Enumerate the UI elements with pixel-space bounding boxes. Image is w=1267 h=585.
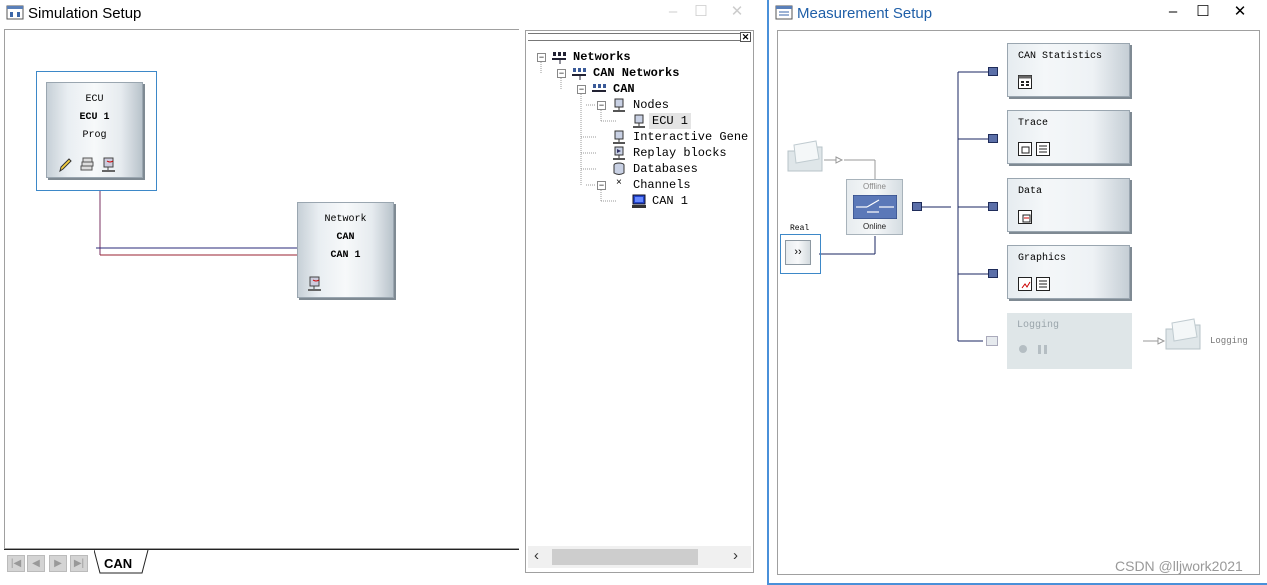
- ecu-status-label: Prog: [82, 130, 107, 141]
- graphics-port: [988, 269, 998, 278]
- data-label: Data: [1018, 186, 1043, 197]
- measurement-minimize-button[interactable]: –: [1161, 3, 1185, 21]
- tree-item-nodes[interactable]: Nodes: [633, 97, 669, 113]
- tree-item-networks[interactable]: Networks: [573, 49, 631, 65]
- real-source-button[interactable]: ››: [785, 240, 811, 265]
- tab-can-label: CAN: [104, 556, 133, 571]
- minimize-button[interactable]: –: [661, 3, 685, 21]
- tree-item-ecu1[interactable]: ECU 1: [649, 113, 692, 129]
- channels-collapse-toggle[interactable]: −: [597, 181, 606, 190]
- scroll-left-arrow[interactable]: ‹: [534, 547, 539, 564]
- maximize-button[interactable]: ☐: [689, 3, 713, 21]
- network-node[interactable]: Network CAN CAN 1: [297, 202, 394, 298]
- graphics-list-icon[interactable]: [1036, 277, 1050, 291]
- can-channel-icon: [632, 194, 646, 208]
- tree-item-channels[interactable]: Channels: [633, 177, 691, 193]
- scroll-thumb[interactable]: [552, 549, 698, 565]
- logging-pause-icon[interactable]: [1038, 345, 1047, 354]
- logging-label: Logging: [1017, 320, 1060, 331]
- statistics-window-icon[interactable]: [1018, 75, 1032, 89]
- network-protocol-label: CAN: [336, 232, 355, 243]
- can-collapse-toggle[interactable]: −: [577, 85, 586, 94]
- ecu-type-label: ECU: [85, 94, 104, 105]
- can-bus-icon: [592, 84, 606, 92]
- data-port: [988, 202, 998, 211]
- tab-next-button[interactable]: ▶: [49, 555, 67, 572]
- offline-online-switch[interactable]: Offline Online: [846, 179, 903, 235]
- data-window-icon[interactable]: [1018, 210, 1032, 224]
- logging-file-folder-icon[interactable]: [1164, 317, 1204, 353]
- tab-first-button[interactable]: |◀: [7, 555, 25, 572]
- nodes-icon: [613, 98, 625, 112]
- ecu-node[interactable]: ECU ECU 1 Prog: [46, 82, 143, 178]
- measurement-canvas[interactable]: Offline Online Real ›› CAN Statistics Tr…: [777, 30, 1260, 575]
- networks-icon: [552, 52, 566, 64]
- network-type-label: Network: [324, 214, 367, 225]
- measurement-close-button[interactable]: ✕: [1228, 3, 1252, 21]
- stack-icon[interactable]: [79, 157, 95, 173]
- database-icon: [613, 162, 625, 175]
- trace-window-icon[interactable]: [1018, 142, 1032, 156]
- scroll-right-arrow[interactable]: ›: [733, 547, 738, 564]
- logging-port-disabled: [986, 336, 998, 346]
- graphics-label: Graphics: [1018, 253, 1067, 264]
- graphics-window-icon[interactable]: [1018, 277, 1032, 291]
- can-networks-collapse-toggle[interactable]: −: [557, 69, 566, 78]
- data-block[interactable]: Data: [1007, 178, 1130, 232]
- interactive-generator-icon: [613, 130, 625, 144]
- pencil-icon[interactable]: [57, 157, 73, 173]
- tree-horizontal-scrollbar[interactable]: ‹ ›: [528, 546, 751, 568]
- offline-label: Offline: [863, 182, 886, 191]
- mode-switch-icon[interactable]: [853, 195, 897, 219]
- measurement-title: Measurement Setup: [797, 4, 933, 22]
- channels-icon: ×: [616, 177, 622, 188]
- tree-panel: ✕ − Networks − CAN Networks − CAN − Node…: [525, 30, 754, 573]
- simulation-title: Simulation Setup: [28, 4, 142, 22]
- ecu-name-label: ECU 1: [79, 112, 110, 123]
- trace-block[interactable]: Trace: [1007, 110, 1130, 164]
- trace-label: Trace: [1018, 118, 1049, 129]
- simulation-titlebar[interactable]: Simulation Setup: [0, 0, 766, 26]
- node-config-icon[interactable]: [101, 157, 117, 173]
- real-label: Real: [790, 224, 810, 233]
- measurement-maximize-button[interactable]: ☐: [1191, 3, 1215, 21]
- trace-port: [988, 134, 998, 143]
- graphics-block[interactable]: Graphics: [1007, 245, 1130, 299]
- measurement-setup-icon: [775, 5, 793, 21]
- can-networks-icon: [572, 68, 586, 80]
- measurement-setup-window: Measurement Setup – ☐ ✕ Offline Online R…: [767, 0, 1267, 585]
- logging-block[interactable]: Logging: [1007, 313, 1132, 369]
- tree-item-interactive-generator[interactable]: Interactive Gene: [633, 129, 748, 145]
- ecu-node-icon: [633, 114, 645, 128]
- tree-item-replay-blocks[interactable]: Replay blocks: [633, 145, 727, 161]
- trace-list-icon[interactable]: [1036, 142, 1050, 156]
- tree-item-can1[interactable]: CAN 1: [652, 193, 688, 209]
- watermark: CSDN @lljwork2021: [1115, 558, 1243, 574]
- can-statistics-label: CAN Statistics: [1018, 51, 1103, 62]
- network-config-icon[interactable]: [307, 276, 323, 292]
- offline-source-folder-icon[interactable]: [786, 139, 826, 175]
- replay-block-icon: [613, 146, 625, 160]
- tree-item-can[interactable]: CAN: [613, 81, 635, 97]
- tree-item-databases[interactable]: Databases: [633, 161, 698, 177]
- tab-prev-button[interactable]: ◀: [27, 555, 45, 572]
- logging-record-icon[interactable]: [1019, 345, 1027, 353]
- can-statistics-port: [988, 67, 998, 76]
- tab-bar: |◀ ◀ ▶ ▶| CAN: [4, 549, 519, 575]
- tab-last-button[interactable]: ▶|: [70, 555, 88, 572]
- simulation-setup-window: Simulation Setup – ☐ ✕ ECU ECU 1 Prog Ne…: [0, 0, 766, 585]
- simulation-canvas[interactable]: ECU ECU 1 Prog Network CAN CAN 1: [4, 29, 519, 549]
- switch-output-port: [912, 202, 922, 211]
- network-channel-label: CAN 1: [330, 250, 361, 261]
- online-label: Online: [863, 222, 887, 231]
- nodes-collapse-toggle[interactable]: −: [597, 101, 606, 110]
- tree-item-can-networks[interactable]: CAN Networks: [593, 65, 679, 81]
- networks-collapse-toggle[interactable]: −: [537, 53, 546, 62]
- close-button[interactable]: ✕: [725, 3, 749, 21]
- simulation-setup-icon: [6, 5, 24, 21]
- can-statistics-block[interactable]: CAN Statistics: [1007, 43, 1130, 97]
- logging-file-label: Logging: [1210, 336, 1248, 346]
